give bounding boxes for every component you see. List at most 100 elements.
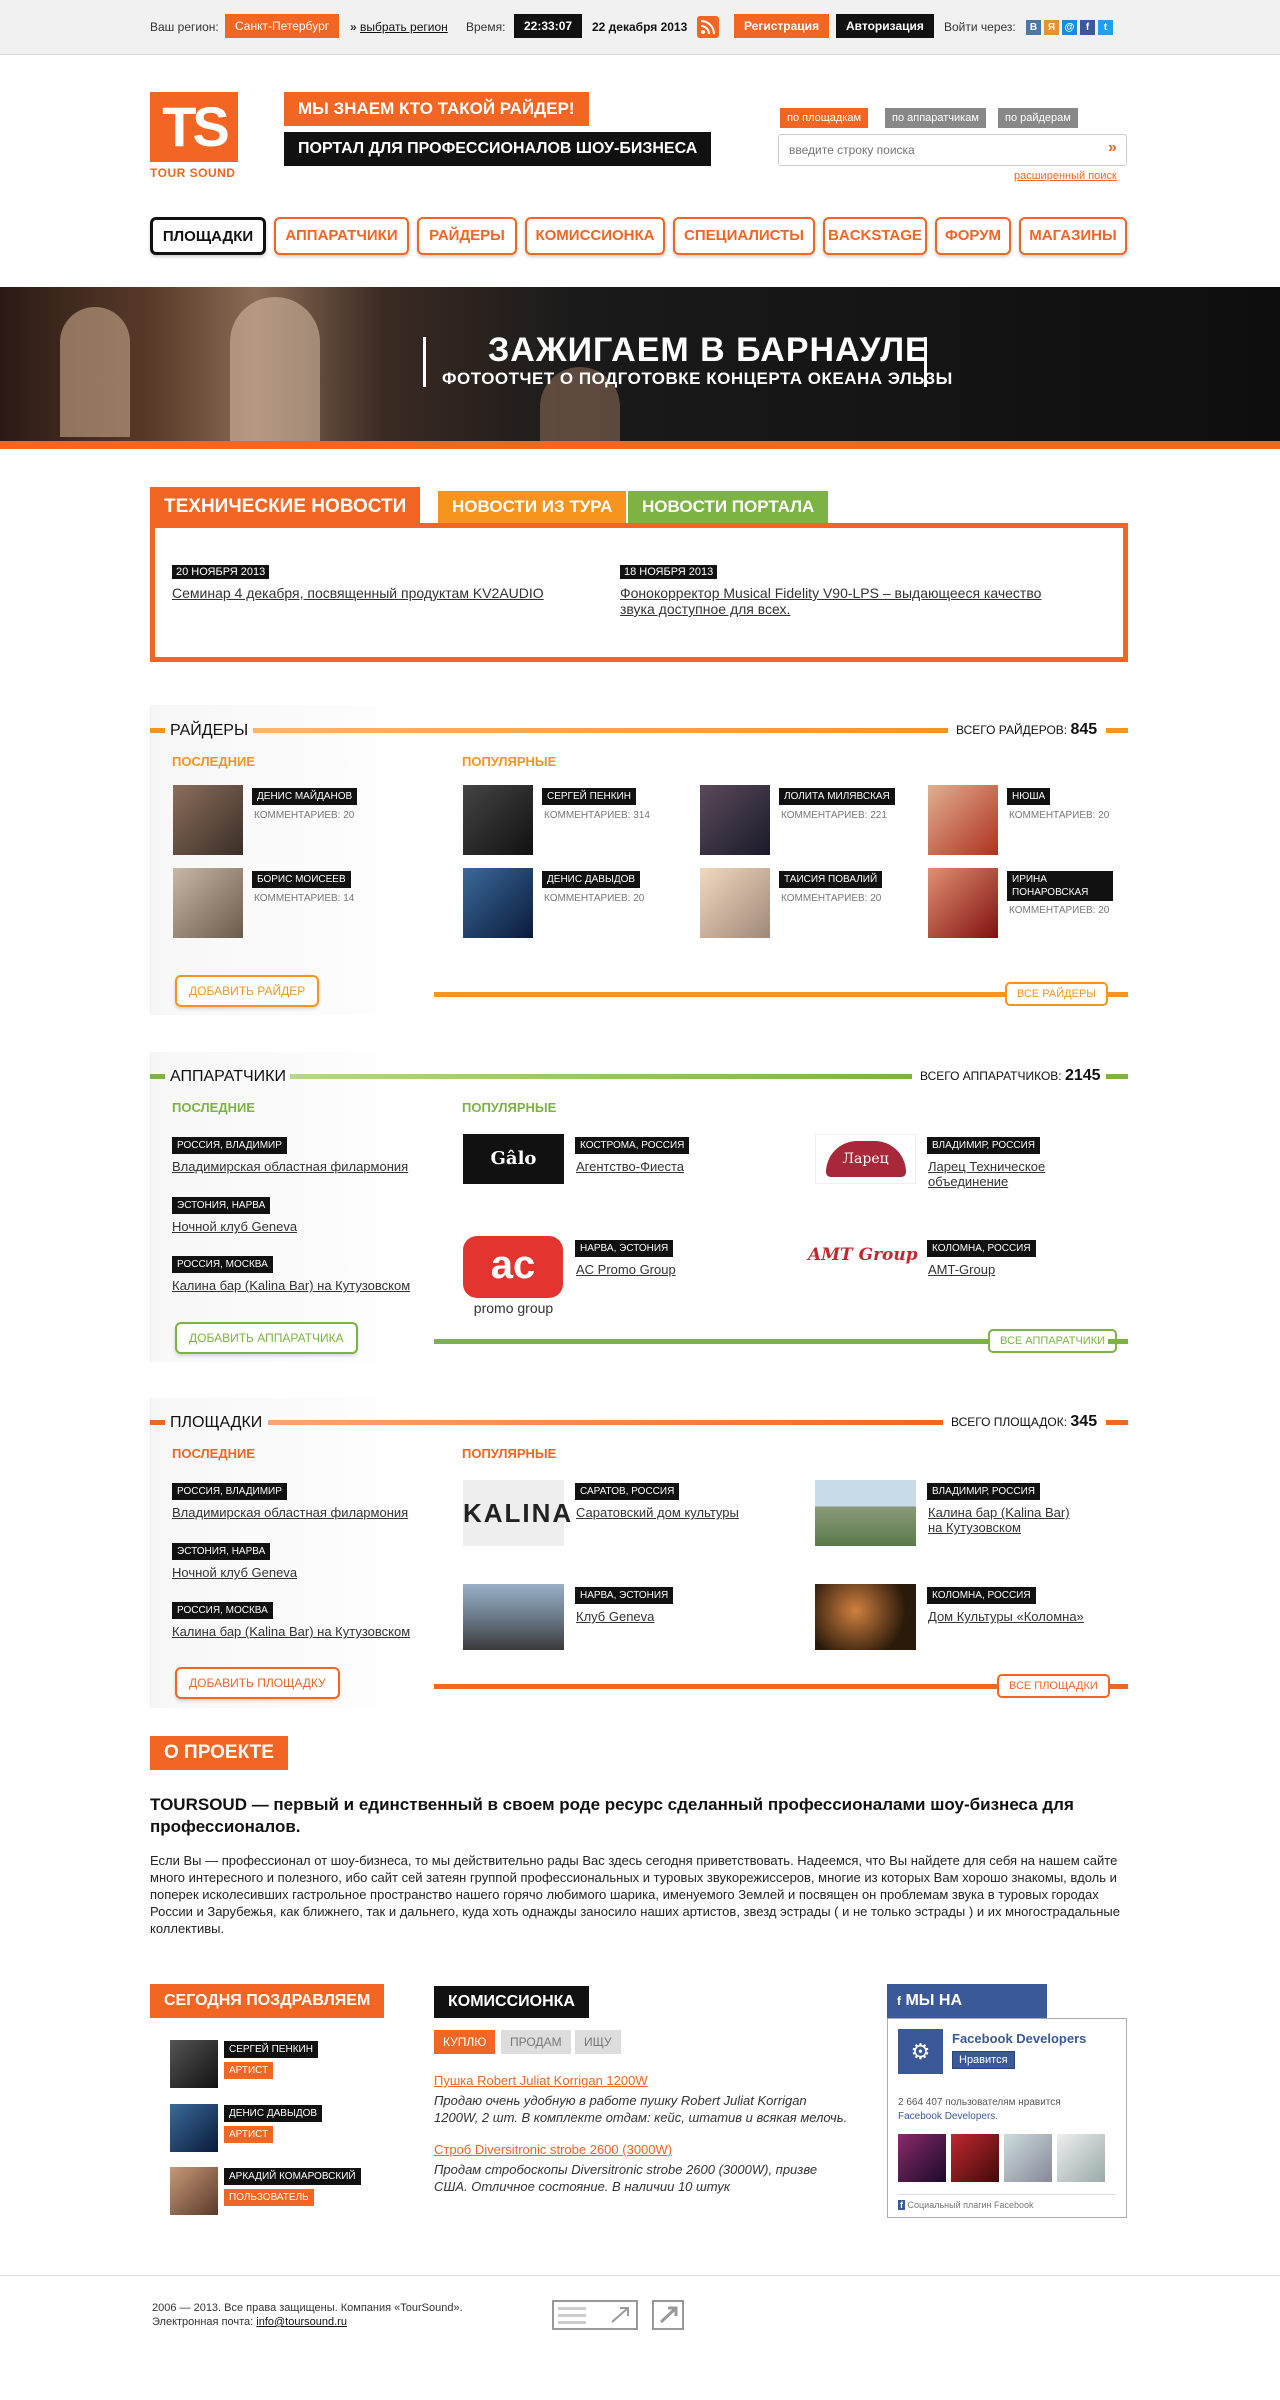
- choose-region-link[interactable]: выбрать регион: [360, 20, 448, 34]
- venue-link[interactable]: Клуб Geneva: [576, 1609, 654, 1624]
- all-crews-button[interactable]: ВСЕ АППАРАТЧИКИ: [988, 1329, 1118, 1353]
- person-name[interactable]: СЕРГЕЙ ПЕНКИН: [224, 2041, 318, 2058]
- add-rider-button[interactable]: ДОБАВИТЬ РАЙДЕР: [175, 975, 320, 1007]
- facebook-like-button[interactable]: Нравится: [952, 2051, 1015, 2069]
- crew-logo[interactable]: AMT Group: [808, 1240, 920, 1270]
- nav-venues[interactable]: ПЛОЩАДКИ: [150, 217, 266, 255]
- market-item-link[interactable]: Пушка Robert Juliat Korrigan 1200W: [434, 2073, 648, 2088]
- person-avatar[interactable]: [170, 2167, 218, 2215]
- tab-portal-news[interactable]: НОВОСТИ ПОРТАЛА: [628, 491, 829, 523]
- login-button[interactable]: Авторизация: [836, 14, 934, 38]
- rider-photo[interactable]: [173, 868, 243, 938]
- rider-name[interactable]: ДЕНИС МАЙДАНОВ: [252, 788, 358, 805]
- rider-name[interactable]: ДЕНИС ДАВЫДОВ: [542, 871, 641, 888]
- search-tab-venues[interactable]: по площадкам: [780, 108, 869, 128]
- promo-banner[interactable]: ЗАЖИГАЕМ В БАРНАУЛЕ ФОТООТЧЕТ О ПОДГОТОВ…: [0, 287, 1280, 449]
- market-item-link[interactable]: Строб Diversitronic strobe 2600 (3000W): [434, 2142, 672, 2157]
- rider-photo[interactable]: [928, 868, 998, 938]
- tab-tour-news[interactable]: НОВОСТИ ИЗ ТУРА: [438, 491, 627, 523]
- nav-forum[interactable]: ФОРУМ: [935, 217, 1011, 255]
- rider-photo[interactable]: [463, 868, 533, 938]
- news-link[interactable]: Фонокорректор Musical Fidelity V90-LPS –…: [620, 585, 1060, 617]
- crew-logo[interactable]: Ларец: [815, 1134, 916, 1184]
- region-button[interactable]: Санкт-Петербург: [225, 14, 340, 38]
- venue-link[interactable]: Владимирская областная филармония: [172, 1505, 408, 1520]
- rider-photo[interactable]: [173, 785, 243, 855]
- add-crew-button[interactable]: ДОБАВИТЬ АППАРАТЧИКА: [175, 1322, 358, 1354]
- facebook-page-icon[interactable]: ⚙: [898, 2029, 943, 2074]
- facebook-fan[interactable]: [951, 2134, 999, 2182]
- tab-tech-news[interactable]: ТЕХНИЧЕСКИЕ НОВОСТИ: [150, 487, 421, 527]
- venue-photo[interactable]: [463, 1584, 564, 1650]
- add-venue-button[interactable]: ДОБАВИТЬ ПЛОЩАДКУ: [175, 1667, 340, 1699]
- venue-photo[interactable]: [815, 1584, 916, 1650]
- footer-counter-icon[interactable]: [552, 2300, 638, 2330]
- rss-icon[interactable]: [697, 16, 719, 38]
- nav-shops[interactable]: МАГАЗИНЫ: [1019, 217, 1127, 255]
- crew-link[interactable]: AC Promo Group: [576, 1262, 676, 1277]
- rider-name[interactable]: СЕРГЕЙ ПЕНКИН: [542, 788, 636, 805]
- facebook-fan[interactable]: [898, 2134, 946, 2182]
- crew-logo[interactable]: ac promo group: [463, 1236, 564, 1320]
- market-tab-sell[interactable]: ПРОДАМ: [501, 2030, 571, 2054]
- search-submit-icon[interactable]: »: [1108, 139, 1117, 157]
- twitter-icon[interactable]: t: [1098, 20, 1113, 35]
- person-name[interactable]: АРКАДИЙ КОМАРОВСКИЙ: [224, 2168, 361, 2185]
- market-tab-search[interactable]: ИЩУ: [575, 2030, 621, 2054]
- footer-studio-icon[interactable]: [652, 2300, 684, 2330]
- venue-link[interactable]: Саратовский дом культуры: [576, 1505, 739, 1520]
- nav-specialists[interactable]: СПЕЦИАЛИСТЫ: [673, 217, 815, 255]
- crew-link[interactable]: AMT-Group: [928, 1262, 995, 1277]
- facebook-fan[interactable]: [1057, 2134, 1105, 2182]
- all-riders-button[interactable]: ВСЕ РАЙДЕРЫ: [1005, 982, 1109, 1006]
- rider-photo[interactable]: [700, 868, 770, 938]
- person-avatar[interactable]: [170, 2104, 218, 2152]
- crew-link[interactable]: Ночной клуб Geneva: [172, 1219, 297, 1234]
- nav-commission[interactable]: КОМИССИОНКА: [525, 217, 665, 255]
- market-tab-buy[interactable]: КУПЛЮ: [434, 2030, 496, 2054]
- rider-photo[interactable]: [928, 785, 998, 855]
- venue-photo[interactable]: [815, 1480, 916, 1546]
- news-link[interactable]: Семинар 4 декабря, посвященный продуктам…: [172, 585, 544, 601]
- crew-logo[interactable]: Gâlo: [463, 1134, 564, 1184]
- news-item[interactable]: 20 НОЯБРЯ 2013 Семинар 4 декабря, посвящ…: [172, 563, 544, 601]
- facebook-count-link[interactable]: Facebook Developers.: [898, 2111, 998, 2122]
- vk-icon[interactable]: В: [1026, 20, 1041, 35]
- nav-riders[interactable]: РАЙДЕРЫ: [417, 217, 517, 255]
- nav-backstage[interactable]: BACKSTAGE: [823, 217, 927, 255]
- search-tab-crews[interactable]: по аппаратчикам: [885, 108, 986, 128]
- nav-crews[interactable]: АППАРАТЧИКИ: [274, 217, 409, 255]
- rider-name[interactable]: ТАИСИЯ ПОВАЛИЙ: [779, 871, 883, 888]
- person-name[interactable]: ДЕНИС ДАВЫДОВ: [224, 2105, 323, 2122]
- venue-link[interactable]: Дом Культуры «Коломна»: [928, 1609, 1084, 1624]
- venue-link[interactable]: Ночной клуб Geneva: [172, 1565, 297, 1580]
- facebook-page-link[interactable]: Facebook Developers: [952, 2031, 1086, 2046]
- advanced-search-link[interactable]: расширенный поиск: [1014, 170, 1117, 182]
- rider-name[interactable]: ИРИНА ПОНАРОВСКАЯ: [1007, 871, 1113, 901]
- person-avatar[interactable]: [170, 2040, 218, 2088]
- rider-name[interactable]: НЮША: [1007, 788, 1051, 805]
- rider-name[interactable]: ЛОЛИТА МИЛЯВСКАЯ: [779, 788, 895, 805]
- facebook-icon[interactable]: f: [1080, 20, 1095, 35]
- search-input[interactable]: [778, 134, 1127, 166]
- venue-link[interactable]: Калина бар (Kalina Bar) на Кутузовском: [172, 1624, 410, 1639]
- logo[interactable]: TS: [150, 92, 238, 162]
- news-item[interactable]: 18 НОЯБРЯ 2013 Фонокорректор Musical Fid…: [620, 563, 1060, 617]
- venue-link[interactable]: Калина бар (Kalina Bar) на Кутузовском: [928, 1505, 1078, 1535]
- mail-icon[interactable]: @: [1062, 20, 1077, 35]
- crew-link[interactable]: Владимирская областная филармония: [172, 1159, 408, 1174]
- facebook-f-icon: f: [897, 1994, 901, 2008]
- crew-link[interactable]: Агентство-Фиеста: [576, 1159, 684, 1174]
- odnoklassniki-icon[interactable]: Я: [1044, 20, 1059, 35]
- rider-photo[interactable]: [463, 785, 533, 855]
- venue-photo[interactable]: KALINA: [463, 1480, 571, 1546]
- register-button[interactable]: Регистрация: [734, 14, 830, 38]
- crew-link[interactable]: Ларец Техническое объединение: [928, 1159, 1078, 1189]
- rider-name[interactable]: БОРИС МОИСЕЕВ: [252, 871, 351, 888]
- facebook-fan[interactable]: [1004, 2134, 1052, 2182]
- all-venues-button[interactable]: ВСЕ ПЛОЩАДКИ: [997, 1674, 1110, 1698]
- search-tab-riders[interactable]: по райдерам: [998, 108, 1078, 128]
- crew-link[interactable]: Калина бар (Kalina Bar) на Кутузовском: [172, 1278, 410, 1293]
- rider-photo[interactable]: [700, 785, 770, 855]
- footer-email-link[interactable]: info@toursound.ru: [256, 2316, 347, 2328]
